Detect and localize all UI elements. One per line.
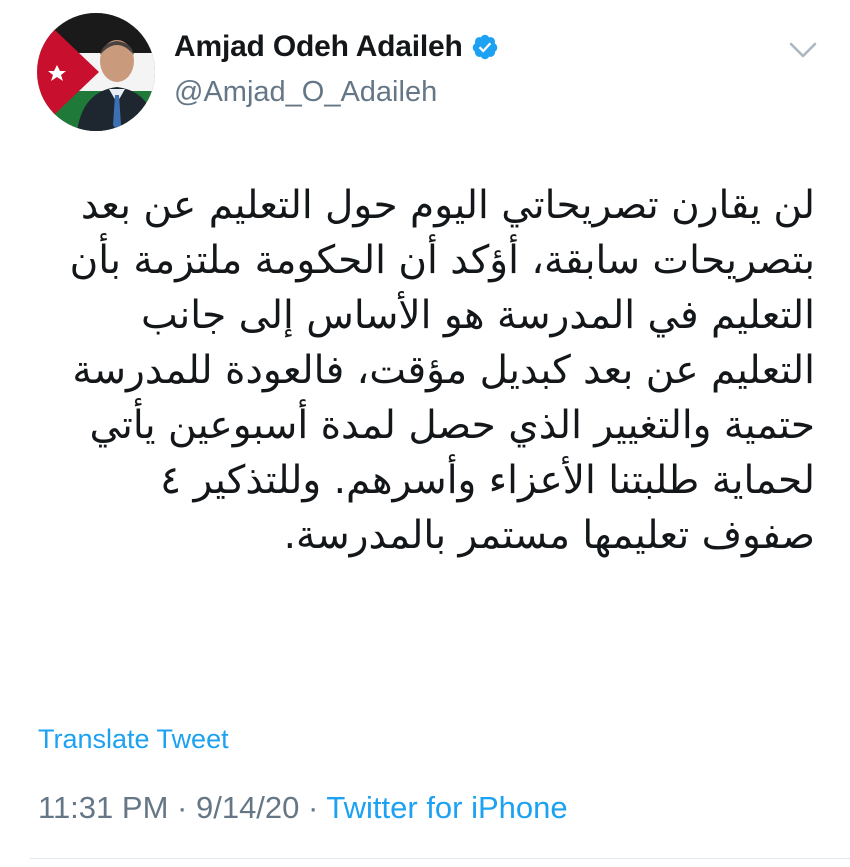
tweet-line: التعليم عن بعد كبديل مؤقت، فالعودة للمدر… bbox=[72, 348, 815, 393]
tweet-source-link[interactable]: Twitter for iPhone bbox=[326, 790, 567, 825]
author-handle[interactable]: @Amjad_O_Adaileh bbox=[174, 76, 437, 109]
avatar-image bbox=[37, 13, 155, 131]
chevron-down-icon[interactable] bbox=[787, 38, 819, 62]
tweet-line: التعليم في المدرسة هو الأساس إلى جانب bbox=[141, 293, 815, 338]
tweet-time[interactable]: 11:31 PM bbox=[38, 790, 168, 825]
tweet-text: لن يقارن تصريحاتي اليوم حول التعليم عن ب… bbox=[30, 178, 815, 563]
verified-badge-icon bbox=[471, 33, 499, 61]
author-name-row[interactable]: Amjad Odeh Adaileh bbox=[174, 30, 499, 64]
meta-separator: · bbox=[177, 790, 188, 825]
tweet-meta: 11:31 PM · 9/14/20 · Twitter for iPhone bbox=[38, 790, 568, 826]
avatar[interactable] bbox=[37, 13, 155, 131]
tweet-line: لن يقارن تصريحاتي اليوم حول التعليم عن ب… bbox=[80, 183, 815, 228]
tweet-line: لحماية طلبتنا الأعزاء وأسرهم. وللتذكير ٤ bbox=[160, 458, 815, 503]
translate-tweet-link[interactable]: Translate Tweet bbox=[38, 724, 229, 755]
display-name[interactable]: Amjad Odeh Adaileh bbox=[174, 30, 463, 64]
divider bbox=[30, 858, 850, 859]
tweet-date[interactable]: 9/14/20 bbox=[196, 790, 299, 825]
tweet-line: حتمية والتغيير الذي حصل لمدة أسبوعين يأت… bbox=[89, 403, 815, 448]
tweet-line: بتصريحات سابقة، أؤكد أن الحكومة ملتزمة ب… bbox=[69, 238, 815, 283]
tweet-line: صفوف تعليمها مستمر بالمدرسة. bbox=[283, 513, 815, 558]
meta-separator: · bbox=[308, 790, 319, 825]
